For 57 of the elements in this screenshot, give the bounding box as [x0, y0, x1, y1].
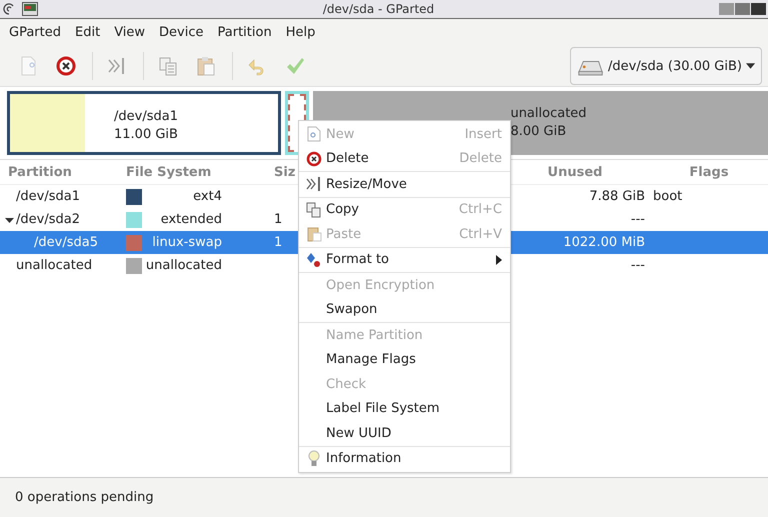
table-cell-text: unallocated [144, 258, 222, 273]
window-title: /dev/sda - GParted [322, 2, 436, 16]
spiral-icon [2, 2, 16, 16]
menu-item[interactable]: Label File System [299, 396, 510, 421]
menu-item[interactable]: Manage Flags [299, 348, 510, 372]
menu-item[interactable]: New UUID [299, 421, 510, 446]
menu-item[interactable]: Format to [299, 246, 510, 272]
partition-block[interactable]: /dev/sda1 11.00 GiB [7, 91, 281, 155]
status-text: 0 operations pending [15, 490, 154, 505]
menu-item[interactable]: Device [152, 25, 211, 40]
partition-size: 8.00 GiB [510, 123, 568, 141]
table-cell-text: linux-swap [151, 235, 222, 250]
menu-item[interactable]: Help [278, 25, 322, 40]
paste-icon [195, 55, 217, 77]
menu-item[interactable]: Information [299, 446, 510, 471]
paste-icon [306, 226, 322, 242]
column-header[interactable]: Flags [650, 164, 768, 180]
table-cell[interactable]: /dev/sda1 [16, 189, 80, 204]
new-icon [307, 126, 321, 142]
app-icon [22, 2, 38, 16]
table-cell[interactable]: /dev/sda2 [16, 212, 80, 227]
table-cell-text: ext4 [192, 189, 222, 204]
menu-item[interactable]: Swapon [299, 298, 510, 322]
table-cell: boot [653, 189, 682, 204]
close-button[interactable] [751, 3, 766, 15]
partition-size: 11.00 GiB [114, 126, 178, 144]
partition-label: unallocated [510, 105, 587, 123]
delete-icon [55, 55, 77, 77]
column-header[interactable]: Partition [0, 164, 120, 180]
table-cell: --- [630, 212, 645, 227]
device-dropdown[interactable]: /dev/sda (30.00 GiB) [570, 47, 762, 85]
table-cell: 7.88 GiB [589, 189, 645, 204]
menu-item[interactable]: Edit [68, 25, 108, 40]
menu-item[interactable]: Partition [210, 25, 279, 40]
expander-icon[interactable] [5, 216, 14, 225]
caret-icon [746, 63, 755, 69]
column-header[interactable]: File System [120, 164, 274, 180]
menu-item[interactable]: Copy Ctrl+C [299, 196, 510, 222]
copy-icon [157, 55, 179, 77]
table-cell: 1 [274, 212, 282, 227]
table-cell: 1 [274, 235, 282, 250]
minimize-button[interactable] [719, 3, 734, 15]
menu-item[interactable]: View [107, 25, 152, 40]
table-cell[interactable]: /dev/sda5 [34, 235, 98, 250]
menu-item[interactable]: Resize/Move [299, 171, 510, 196]
menu-item[interactable]: GParted [2, 25, 68, 40]
maximize-button[interactable] [735, 3, 750, 15]
lightbulb-icon [308, 450, 320, 468]
table-cell[interactable]: unallocated [16, 258, 92, 273]
delete-icon [306, 150, 322, 167]
partition-label: /dev/sda1 [114, 108, 178, 126]
format-icon [306, 252, 322, 268]
table-cell-text: extended [160, 212, 222, 227]
table-cell: --- [630, 258, 645, 273]
table-cell: 1022.00 MiB [563, 235, 645, 250]
resize-icon [306, 176, 322, 192]
copy-icon [306, 202, 322, 218]
